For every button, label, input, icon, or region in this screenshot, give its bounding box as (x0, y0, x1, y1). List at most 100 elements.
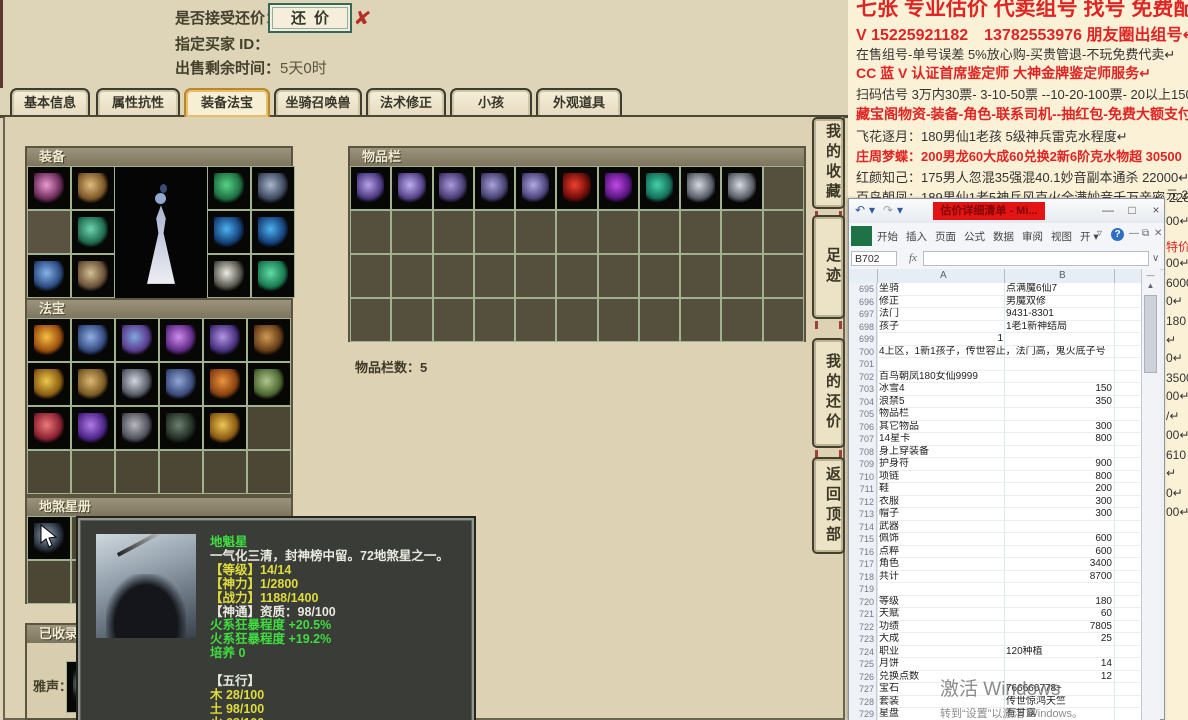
item-slot[interactable] (71, 210, 115, 254)
row-number[interactable]: 725 (849, 658, 877, 671)
row-number[interactable]: 704 (849, 396, 877, 409)
item-slot[interactable] (203, 450, 247, 494)
spreadsheet-cell[interactable] (1006, 358, 1112, 371)
item-slot[interactable] (515, 210, 556, 254)
name-box[interactable]: B702 (851, 251, 897, 266)
spreadsheet-cell[interactable]: 150 (1006, 383, 1112, 396)
row-number[interactable]: 726 (849, 671, 877, 684)
spreadsheet-cell[interactable]: 点满魔6仙7 (1006, 283, 1112, 296)
item-slot[interactable] (115, 406, 159, 450)
row-number[interactable]: 711 (849, 483, 877, 496)
spreadsheet-cell[interactable] (1006, 408, 1112, 421)
item-slot[interactable] (350, 254, 391, 298)
item-slot[interactable] (680, 254, 721, 298)
item-slot[interactable] (71, 362, 115, 406)
spreadsheet-cell[interactable]: 14星卡 (879, 433, 1003, 446)
item-slot[interactable] (203, 406, 247, 450)
item-slot[interactable] (247, 318, 291, 362)
item-slot[interactable] (474, 298, 515, 342)
item-slot[interactable] (680, 166, 721, 210)
spreadsheet-cell[interactable]: 项链 (879, 471, 1003, 484)
item-slot[interactable] (763, 166, 804, 210)
item-slot[interactable] (433, 254, 474, 298)
item-slot[interactable] (639, 254, 680, 298)
item-slot[interactable] (721, 166, 762, 210)
spreadsheet-cell[interactable]: 等级 (879, 596, 1003, 609)
spreadsheet-cell[interactable]: 物品栏 (879, 408, 1003, 421)
spreadsheet-cell[interactable]: 护身符 (879, 458, 1003, 471)
item-slot[interactable] (763, 210, 804, 254)
spreadsheet-cell[interactable] (879, 583, 1003, 596)
row-number[interactable]: 719 (849, 583, 877, 596)
spreadsheet-cell[interactable]: 300 (1006, 421, 1112, 434)
ribbon-tab-4[interactable]: 公式 (964, 229, 985, 244)
item-slot[interactable] (639, 210, 680, 254)
item-slot[interactable] (115, 318, 159, 362)
row-number[interactable]: 718 (849, 571, 877, 584)
vertical-scrollbar[interactable]: — ▲ (1141, 269, 1160, 720)
item-slot[interactable] (474, 254, 515, 298)
spreadsheet-cell[interactable]: 7805 (1006, 621, 1112, 634)
row-number[interactable]: 700 (849, 346, 877, 359)
item-slot[interactable] (721, 210, 762, 254)
dropdown-icon[interactable]: ▾ (897, 203, 903, 217)
spreadsheet-cell[interactable]: 百鸟朝凤180女仙9999 (879, 371, 1139, 384)
item-slot[interactable] (474, 210, 515, 254)
row-number[interactable]: 706 (849, 421, 877, 434)
item-slot[interactable] (247, 406, 291, 450)
item-slot[interactable] (556, 254, 597, 298)
split-box[interactable]: — (1144, 271, 1157, 280)
row-number[interactable]: 710 (849, 471, 877, 484)
spreadsheet-cell[interactable]: 25 (1006, 633, 1112, 646)
item-slot[interactable] (556, 298, 597, 342)
row-number[interactable]: 729 (849, 708, 877, 720)
collapse-ribbon-icon[interactable]: ▿ (1097, 228, 1102, 239)
item-slot[interactable] (159, 362, 203, 406)
ribbon-tab-3[interactable]: 页面 (935, 229, 956, 244)
side-tab-1[interactable]: 我的收藏 (812, 117, 845, 209)
item-slot[interactable] (433, 166, 474, 210)
row-number[interactable]: 696 (849, 296, 877, 309)
spreadsheet-cell[interactable]: 角色 (879, 558, 1003, 571)
row-number[interactable]: 703 (849, 383, 877, 396)
row-number[interactable]: 728 (849, 696, 877, 709)
item-slot[interactable] (71, 254, 115, 298)
tab-4[interactable]: 坐骑召唤兽 (274, 88, 362, 117)
item-slot[interactable] (721, 298, 762, 342)
ribbon-close-icon[interactable]: ✕ (1154, 228, 1162, 239)
ribbon-restore-icon[interactable]: ⧉ (1142, 228, 1149, 239)
item-slot[interactable] (251, 254, 295, 298)
ribbon-tab-8[interactable]: 开 ▾ (1080, 229, 1099, 244)
maximize-button[interactable]: □ (1121, 202, 1143, 219)
item-slot[interactable] (391, 166, 432, 210)
item-slot[interactable] (639, 166, 680, 210)
close-button[interactable]: × (1145, 202, 1167, 219)
counter-offer-button[interactable]: 还价 (268, 3, 352, 33)
scroll-up-arrow[interactable]: ▲ (1144, 281, 1157, 290)
tab-1[interactable]: 基本信息 (10, 88, 90, 117)
item-slot[interactable] (556, 210, 597, 254)
row-number[interactable]: 724 (849, 646, 877, 659)
item-slot[interactable] (71, 406, 115, 450)
item-slot[interactable] (115, 450, 159, 494)
spreadsheet-cell[interactable]: 天赋 (879, 608, 1003, 621)
item-slot[interactable] (556, 166, 597, 210)
spreadsheet-cell[interactable]: 900 (1006, 458, 1112, 471)
ribbon-tab-5[interactable]: 数据 (993, 229, 1014, 244)
spreadsheet-cell[interactable]: 孩子 (879, 321, 1003, 334)
row-number[interactable]: 701 (849, 358, 877, 371)
item-slot[interactable] (71, 318, 115, 362)
row-number[interactable]: 717 (849, 558, 877, 571)
undo-icon[interactable]: ↶ (855, 203, 865, 217)
spreadsheet-cell[interactable] (1006, 583, 1112, 596)
spreadsheet-cell[interactable]: 9431-8301 (1006, 308, 1112, 321)
item-slot[interactable] (159, 318, 203, 362)
item-slot[interactable] (680, 298, 721, 342)
item-slot[interactable] (515, 166, 556, 210)
spreadsheet-cell[interactable] (1006, 521, 1112, 534)
spreadsheet-cell[interactable]: 坐骑 (879, 283, 1003, 296)
scrollbar-thumb[interactable] (1144, 295, 1157, 373)
row-number[interactable]: 697 (849, 308, 877, 321)
item-slot[interactable] (247, 362, 291, 406)
spreadsheet-cell[interactable]: 冰雪4 (879, 383, 1003, 396)
